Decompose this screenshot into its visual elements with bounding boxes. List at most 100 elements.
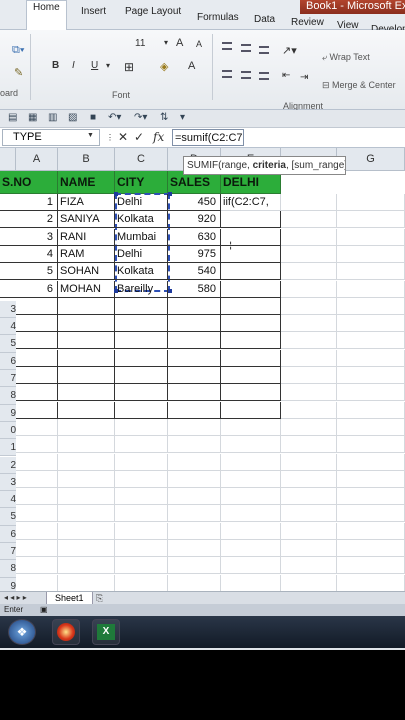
row-number[interactable]: 6 — [0, 525, 16, 543]
empty-cell[interactable] — [221, 349, 281, 367]
empty-cell[interactable] — [221, 557, 281, 575]
empty-cell[interactable] — [115, 574, 168, 592]
row-number[interactable]: 8 — [0, 387, 16, 405]
cell-sno[interactable]: 6 — [0, 280, 58, 298]
empty-cell[interactable] — [337, 453, 405, 471]
orientation-icon[interactable]: ↗▾ — [282, 44, 297, 57]
empty-cell[interactable] — [221, 470, 281, 488]
empty-cell[interactable] — [281, 436, 337, 454]
empty-cell[interactable] — [221, 384, 281, 402]
row-number[interactable]: 7 — [0, 543, 16, 561]
empty-cell[interactable] — [281, 280, 337, 298]
empty-cell[interactable] — [168, 297, 221, 315]
redo-icon[interactable]: ↷▾ — [134, 112, 147, 123]
empty-cell[interactable] — [168, 470, 221, 488]
empty-cell[interactable] — [221, 297, 281, 315]
cell-sno[interactable]: 5 — [0, 263, 58, 281]
empty-cell[interactable] — [337, 315, 405, 333]
decrease-indent-icon[interactable]: ⇤ — [282, 70, 290, 81]
empty-cell[interactable] — [58, 557, 115, 575]
empty-cell[interactable] — [337, 367, 405, 384]
empty-cell[interactable] — [221, 245, 281, 263]
empty-cell[interactable] — [115, 436, 168, 454]
cell-sno[interactable]: 1 — [0, 194, 58, 211]
empty-cell[interactable] — [115, 540, 168, 557]
font-color-button[interactable]: A — [188, 60, 195, 72]
cell-sales[interactable]: 580 — [168, 280, 221, 298]
empty-cell[interactable] — [337, 436, 405, 454]
cell-sales[interactable]: 450 — [168, 194, 221, 211]
empty-cell[interactable] — [221, 453, 281, 471]
cell-sales[interactable]: 975 — [168, 245, 221, 263]
empty-cell[interactable] — [337, 263, 405, 281]
empty-cell[interactable] — [168, 436, 221, 454]
cell-city[interactable]: Kolkata — [115, 263, 168, 281]
empty-cell[interactable] — [168, 418, 221, 436]
empty-cell[interactable] — [337, 280, 405, 298]
empty-cell[interactable] — [58, 453, 115, 471]
row-number[interactable]: 7 — [0, 370, 16, 388]
table-icon[interactable]: ▥ — [48, 112, 57, 123]
empty-cell[interactable] — [168, 453, 221, 471]
empty-cell[interactable] — [168, 384, 221, 402]
enter-icon[interactable]: ✓ — [134, 130, 144, 144]
empty-cell[interactable] — [58, 574, 115, 592]
chart-icon[interactable]: ▨ — [68, 112, 77, 123]
empty-cell[interactable] — [115, 332, 168, 350]
empty-cell[interactable] — [281, 557, 337, 575]
empty-cell[interactable] — [168, 557, 221, 575]
empty-cell[interactable] — [337, 245, 405, 263]
tab-insert[interactable]: Insert — [81, 6, 106, 17]
empty-cell[interactable] — [115, 401, 168, 419]
empty-cell[interactable] — [115, 297, 168, 315]
top-align-icon[interactable] — [222, 42, 232, 50]
empty-cell[interactable] — [337, 418, 405, 436]
taskbar-browser[interactable] — [52, 619, 80, 645]
empty-cell[interactable] — [58, 505, 115, 523]
borders-icon[interactable]: ⊞ — [124, 60, 134, 74]
empty-cell[interactable] — [115, 418, 168, 436]
empty-cell[interactable] — [58, 297, 115, 315]
empty-cell[interactable] — [168, 540, 221, 557]
cell-city[interactable]: Delhi — [115, 245, 168, 263]
empty-cell[interactable] — [168, 349, 221, 367]
range-handle[interactable] — [168, 289, 172, 293]
cell-city[interactable]: Delhi — [115, 194, 168, 211]
tab-page-layout[interactable]: Page Layout — [125, 6, 181, 17]
editing-cell[interactable]: iif(C2:C7, — [221, 194, 281, 211]
formula-input[interactable]: =sumif(C2:C7, — [172, 129, 244, 146]
empty-cell[interactable] — [281, 505, 337, 523]
cell-name[interactable]: MOHAN — [58, 280, 115, 298]
bottom-align-icon[interactable] — [259, 46, 269, 54]
empty-cell[interactable] — [221, 280, 281, 298]
align-right-icon[interactable] — [259, 72, 269, 80]
fill-color-icon[interactable]: ◈ — [160, 60, 168, 73]
empty-cell[interactable] — [281, 574, 337, 592]
empty-cell[interactable] — [221, 401, 281, 419]
tab-review[interactable]: Review — [291, 17, 324, 28]
empty-cell[interactable] — [58, 367, 115, 384]
empty-cell[interactable] — [281, 367, 337, 384]
cell-city[interactable]: Bareilly — [115, 280, 168, 298]
empty-cell[interactable] — [115, 453, 168, 471]
merge-center-button[interactable]: ⊟ Merge & Center — [322, 80, 396, 91]
empty-cell[interactable] — [115, 522, 168, 540]
underline-dropdown-icon[interactable]: ▾ — [106, 61, 110, 70]
empty-cell[interactable] — [115, 488, 168, 506]
empty-cell[interactable] — [221, 436, 281, 454]
empty-cell[interactable] — [281, 194, 337, 211]
empty-cell[interactable] — [58, 349, 115, 367]
column-header-c[interactable]: C — [115, 148, 168, 171]
column-header-g[interactable]: G — [337, 148, 405, 171]
empty-cell[interactable] — [58, 488, 115, 506]
header-name[interactable]: NAME — [58, 171, 115, 194]
grid-icon[interactable]: ▦ — [28, 112, 37, 123]
empty-cell[interactable] — [337, 297, 405, 315]
empty-cell[interactable] — [221, 540, 281, 557]
cell-name[interactable]: FIZA — [58, 194, 115, 211]
cell-name[interactable]: RAM — [58, 245, 115, 263]
range-handle[interactable] — [114, 192, 118, 196]
row-number[interactable]: 6 — [0, 352, 16, 370]
start-button[interactable]: ❖ — [8, 619, 36, 645]
empty-cell[interactable] — [337, 470, 405, 488]
